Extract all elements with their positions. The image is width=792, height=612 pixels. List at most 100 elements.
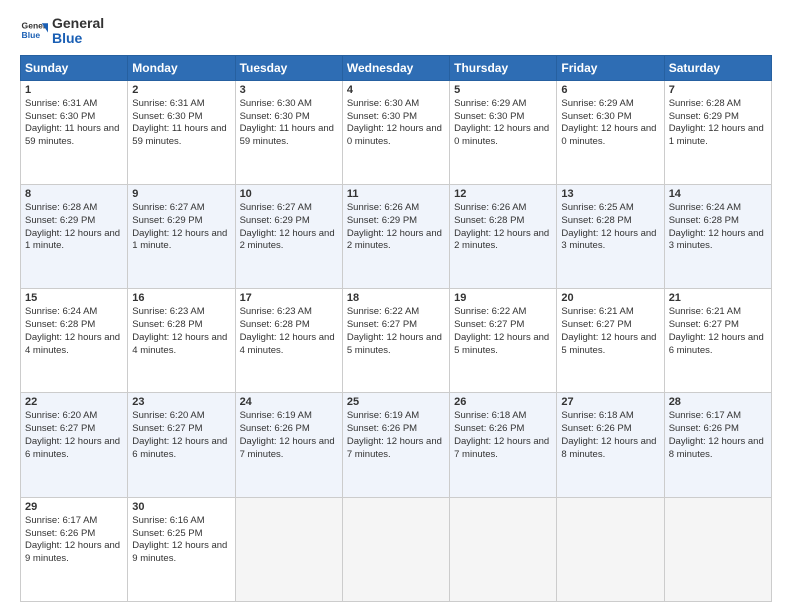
calendar-header-cell: Tuesday (235, 55, 342, 80)
day-info: Sunrise: 6:16 AMSunset: 6:25 PMDaylight:… (132, 515, 230, 566)
calendar-week-row: 8 Sunrise: 6:28 AMSunset: 6:29 PMDaylight… (21, 185, 772, 289)
calendar-header-cell: Sunday (21, 55, 128, 80)
calendar-day-cell: 1 Sunrise: 6:31 AMSunset: 6:30 PMDaylight… (21, 80, 128, 184)
calendar-day-cell: 25 Sunrise: 6:19 AMSunset: 6:26 PMDayligh… (342, 393, 449, 497)
day-info: Sunrise: 6:30 AMSunset: 6:30 PMDaylight:… (347, 98, 445, 149)
calendar-day-cell (664, 497, 771, 601)
calendar-day-cell: 29Sunrise: 6:17 AMSunset: 6:26 PMDayligh… (21, 497, 128, 601)
calendar-header-cell: Wednesday (342, 55, 449, 80)
day-number: 13 (561, 188, 659, 200)
calendar-day-cell: 26 Sunrise: 6:18 AMSunset: 6:26 PMDayligh… (450, 393, 557, 497)
calendar-day-cell: 8 Sunrise: 6:28 AMSunset: 6:29 PMDaylight… (21, 185, 128, 289)
calendar-header-row: SundayMondayTuesdayWednesdayThursdayFrid… (21, 55, 772, 80)
day-info: Sunrise: 6:23 AMSunset: 6:28 PMDaylight:… (132, 306, 230, 357)
calendar-week-row: 15 Sunrise: 6:24 AMSunset: 6:28 PMDayligh… (21, 289, 772, 393)
day-number: 7 (669, 84, 767, 96)
calendar-header-cell: Monday (128, 55, 235, 80)
day-number: 9 (132, 188, 230, 200)
day-number: 22 (25, 396, 123, 408)
calendar-day-cell: 14 Sunrise: 6:24 AMSunset: 6:28 PMDayligh… (664, 185, 771, 289)
day-info: Sunrise: 6:19 AMSunset: 6:26 PMDaylight:… (347, 410, 445, 461)
day-number: 30 (132, 501, 230, 513)
calendar-day-cell: 4Sunrise: 6:30 AMSunset: 6:30 PMDaylight… (342, 80, 449, 184)
header: General Blue General Blue (20, 16, 772, 47)
day-info: Sunrise: 6:19 AMSunset: 6:26 PMDaylight:… (240, 410, 338, 461)
calendar-week-row: 29Sunrise: 6:17 AMSunset: 6:26 PMDayligh… (21, 497, 772, 601)
day-number: 25 (347, 396, 445, 408)
calendar-day-cell: 5 Sunrise: 6:29 AMSunset: 6:30 PMDaylight… (450, 80, 557, 184)
calendar-body: 1 Sunrise: 6:31 AMSunset: 6:30 PMDaylight… (21, 80, 772, 601)
calendar-day-cell: 27Sunrise: 6:18 AMSunset: 6:26 PMDayligh… (557, 393, 664, 497)
day-info: Sunrise: 6:26 AMSunset: 6:29 PMDaylight:… (347, 202, 445, 253)
day-number: 2 (132, 84, 230, 96)
day-info: Sunrise: 6:18 AMSunset: 6:26 PMDaylight:… (454, 410, 552, 461)
calendar-day-cell: 17Sunrise: 6:23 AMSunset: 6:28 PMDayligh… (235, 289, 342, 393)
calendar-day-cell: 2Sunrise: 6:31 AMSunset: 6:30 PMDaylight… (128, 80, 235, 184)
calendar-week-row: 22 Sunrise: 6:20 AMSunset: 6:27 PMDayligh… (21, 393, 772, 497)
calendar-day-cell (235, 497, 342, 601)
logo-icon: General Blue (20, 17, 48, 45)
day-info: Sunrise: 6:29 AMSunset: 6:30 PMDaylight:… (561, 98, 659, 149)
calendar-day-cell: 22 Sunrise: 6:20 AMSunset: 6:27 PMDayligh… (21, 393, 128, 497)
calendar-day-cell: 20 Sunrise: 6:21 AMSunset: 6:27 PMDayligh… (557, 289, 664, 393)
calendar-day-cell: 19 Sunrise: 6:22 AMSunset: 6:27 PMDayligh… (450, 289, 557, 393)
calendar-day-cell: 16 Sunrise: 6:23 AMSunset: 6:28 PMDayligh… (128, 289, 235, 393)
day-number: 11 (347, 188, 445, 200)
day-number: 18 (347, 292, 445, 304)
calendar-day-cell: 9 Sunrise: 6:27 AMSunset: 6:29 PMDaylight… (128, 185, 235, 289)
day-info: Sunrise: 6:24 AMSunset: 6:28 PMDaylight:… (25, 306, 123, 357)
logo-blue: Blue (52, 31, 104, 46)
calendar-day-cell: 3 Sunrise: 6:30 AMSunset: 6:30 PMDaylight… (235, 80, 342, 184)
calendar-day-cell (557, 497, 664, 601)
calendar-day-cell (342, 497, 449, 601)
day-info: Sunrise: 6:31 AMSunset: 6:30 PMDaylight:… (25, 98, 123, 149)
calendar-header-cell: Thursday (450, 55, 557, 80)
day-info: Sunrise: 6:22 AMSunset: 6:27 PMDaylight:… (454, 306, 552, 357)
calendar-day-cell: 21Sunrise: 6:21 AMSunset: 6:27 PMDayligh… (664, 289, 771, 393)
day-info: Sunrise: 6:21 AMSunset: 6:27 PMDaylight:… (669, 306, 767, 357)
day-info: Sunrise: 6:30 AMSunset: 6:30 PMDaylight:… (240, 98, 338, 149)
day-info: Sunrise: 6:18 AMSunset: 6:26 PMDaylight:… (561, 410, 659, 461)
day-info: Sunrise: 6:25 AMSunset: 6:28 PMDaylight:… (561, 202, 659, 253)
day-number: 1 (25, 84, 123, 96)
calendar-day-cell: 15 Sunrise: 6:24 AMSunset: 6:28 PMDayligh… (21, 289, 128, 393)
day-info: Sunrise: 6:28 AMSunset: 6:29 PMDaylight:… (25, 202, 123, 253)
day-info: Sunrise: 6:20 AMSunset: 6:27 PMDaylight:… (132, 410, 230, 461)
day-number: 6 (561, 84, 659, 96)
day-number: 10 (240, 188, 338, 200)
day-number: 23 (132, 396, 230, 408)
day-number: 15 (25, 292, 123, 304)
calendar-week-row: 1 Sunrise: 6:31 AMSunset: 6:30 PMDaylight… (21, 80, 772, 184)
day-info: Sunrise: 6:24 AMSunset: 6:28 PMDaylight:… (669, 202, 767, 253)
calendar-day-cell: 24Sunrise: 6:19 AMSunset: 6:26 PMDayligh… (235, 393, 342, 497)
calendar-day-cell: 10 Sunrise: 6:27 AMSunset: 6:29 PMDayligh… (235, 185, 342, 289)
day-info: Sunrise: 6:27 AMSunset: 6:29 PMDaylight:… (240, 202, 338, 253)
calendar-day-cell: 7 Sunrise: 6:28 AMSunset: 6:29 PMDaylight… (664, 80, 771, 184)
logo-general: General (52, 16, 104, 31)
day-number: 3 (240, 84, 338, 96)
day-info: Sunrise: 6:27 AMSunset: 6:29 PMDaylight:… (132, 202, 230, 253)
day-number: 28 (669, 396, 767, 408)
day-number: 8 (25, 188, 123, 200)
calendar-day-cell: 13 Sunrise: 6:25 AMSunset: 6:28 PMDayligh… (557, 185, 664, 289)
day-number: 29 (25, 501, 123, 513)
page: General Blue General Blue SundayMondayTu… (0, 0, 792, 612)
day-number: 14 (669, 188, 767, 200)
day-info: Sunrise: 6:26 AMSunset: 6:28 PMDaylight:… (454, 202, 552, 253)
day-number: 16 (132, 292, 230, 304)
day-info: Sunrise: 6:20 AMSunset: 6:27 PMDaylight:… (25, 410, 123, 461)
calendar-header-cell: Friday (557, 55, 664, 80)
day-number: 5 (454, 84, 552, 96)
day-info: Sunrise: 6:22 AMSunset: 6:27 PMDaylight:… (347, 306, 445, 357)
day-number: 19 (454, 292, 552, 304)
calendar-header-cell: Saturday (664, 55, 771, 80)
calendar-day-cell: 12Sunrise: 6:26 AMSunset: 6:28 PMDayligh… (450, 185, 557, 289)
calendar-table: SundayMondayTuesdayWednesdayThursdayFrid… (20, 55, 772, 602)
day-info: Sunrise: 6:17 AMSunset: 6:26 PMDaylight:… (669, 410, 767, 461)
day-info: Sunrise: 6:21 AMSunset: 6:27 PMDaylight:… (561, 306, 659, 357)
day-info: Sunrise: 6:29 AMSunset: 6:30 PMDaylight:… (454, 98, 552, 149)
day-info: Sunrise: 6:28 AMSunset: 6:29 PMDaylight:… (669, 98, 767, 149)
day-number: 20 (561, 292, 659, 304)
day-number: 26 (454, 396, 552, 408)
day-info: Sunrise: 6:23 AMSunset: 6:28 PMDaylight:… (240, 306, 338, 357)
